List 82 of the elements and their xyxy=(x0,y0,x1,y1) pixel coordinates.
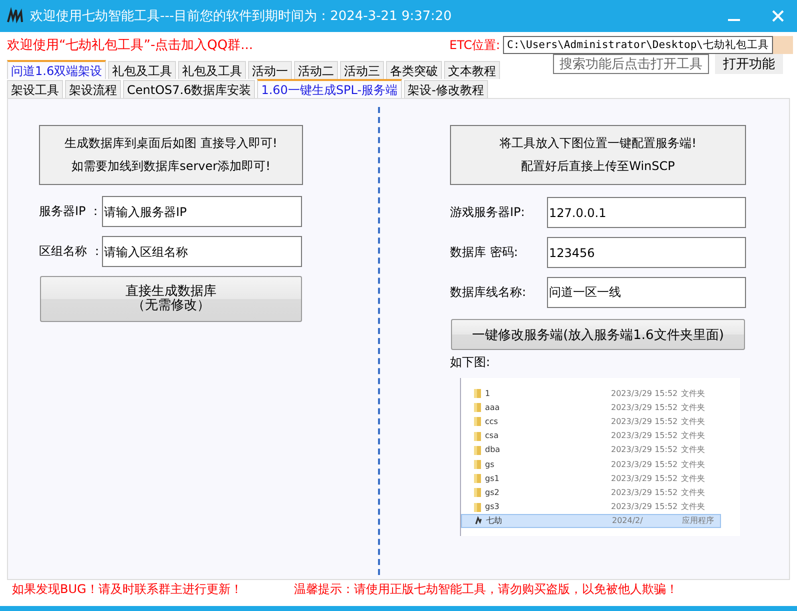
status-text: 温馨提示：请使用正版七劫智能工具，请勿购买盗版，以免被他人欺骗！ xyxy=(294,580,678,598)
input-field[interactable]: 问道一区一线 xyxy=(547,277,746,308)
info-text: 生成数据库到桌面后如图 直接导入即可! xyxy=(64,135,278,152)
file-type: 文件夹 xyxy=(681,444,705,456)
file-row[interactable]: gs2 2023/3/29 15:52 文件夹 xyxy=(461,485,733,500)
input-field[interactable]: 请输入服务器IP xyxy=(102,196,302,227)
file-row[interactable]: gs3 2023/3/29 15:52 文件夹 xyxy=(461,500,733,514)
file-date: 2023/3/29 15:52 xyxy=(611,460,679,469)
file-name: 1 xyxy=(485,388,490,398)
file-type: 应用程序 xyxy=(682,515,714,526)
file-name: gs2 xyxy=(485,488,500,497)
input-field[interactable]: 请输入区组名称 xyxy=(102,236,302,267)
file-date: 2023/3/29 15:52 xyxy=(611,402,679,412)
tab[interactable]: 活动三 xyxy=(340,61,384,79)
file-date: 2023/3/29 15:52 xyxy=(611,488,679,497)
minimize-icon xyxy=(728,19,740,21)
open-button[interactable]: 打开功能 xyxy=(715,54,783,74)
field-label: 数据库 密码: xyxy=(450,244,519,261)
file-row[interactable]: csa 2023/3/29 15:52 文件夹 xyxy=(461,428,733,443)
configure-server-button[interactable]: 一键修改服务端(放入服务端1.6文件夹里面) xyxy=(451,319,745,350)
file-date: 2024/2/ xyxy=(612,516,644,526)
file-date: 2023/3/29 15:52 xyxy=(611,416,679,426)
etc-path-field[interactable]: C:\Users\Administrator\Desktop\七劫礼包工具 xyxy=(503,36,773,54)
file-row[interactable]: ccs 2023/3/29 15:52 文件夹 xyxy=(461,414,733,429)
file-date: 2023/3/29 15:52 xyxy=(611,445,679,454)
tab[interactable]: 1.60一键生成SPL-服务端 xyxy=(257,79,402,98)
file-type: 文件夹 xyxy=(681,402,705,413)
file-type: 文件夹 xyxy=(681,388,705,399)
file-name: gs1 xyxy=(485,474,500,483)
file-row[interactable]: gs 2023/3/29 15:52 文件夹 xyxy=(461,456,733,472)
file-type: 文件夹 xyxy=(681,501,705,512)
file-name: csa xyxy=(485,431,498,440)
caption: 如下图: xyxy=(450,354,492,371)
input-field[interactable]: 123456 xyxy=(547,237,746,268)
tab[interactable]: 架设流程 xyxy=(65,80,121,98)
file-name: 七劫 xyxy=(486,515,502,526)
info-text: 配置好后直接上传至WinSCP xyxy=(521,158,675,175)
file-row[interactable]: 1 2023/3/29 15:52 文件夹 xyxy=(461,386,733,400)
field-label: 游戏服务器IP: xyxy=(450,204,526,221)
tab[interactable]: 活动二 xyxy=(294,61,338,79)
field-label: 服务器IP ： xyxy=(39,203,102,220)
qq-group-link[interactable]: 欢迎使用“七劫礼包工具”-点击加入QQ群... xyxy=(7,36,450,54)
file-type: 文件夹 xyxy=(681,472,705,484)
file-date: 2023/3/29 15:52 xyxy=(611,431,679,440)
file-name: dba xyxy=(485,445,500,454)
file-name: ccs xyxy=(485,416,498,426)
tab[interactable]: 各类突破 xyxy=(386,61,442,79)
info-text: 将工具放入下图位置一键配置服务端! xyxy=(500,135,696,152)
file-row[interactable]: 七劫 2024/2/ 应用程序 xyxy=(461,514,721,528)
status-text: 如果发现BUG！请及时联系群主进行更新！ xyxy=(12,580,244,598)
tab[interactable]: 礼包及工具 xyxy=(108,61,176,79)
info-text: 如需要加线到数据库server添加即可! xyxy=(72,158,270,175)
file-date: 2023/3/29 15:52 xyxy=(611,388,679,398)
close-icon xyxy=(772,10,784,22)
etc-label: ETC位置: xyxy=(449,36,500,54)
file-type: 文件夹 xyxy=(681,430,705,442)
field-label: 区组名称 ： xyxy=(39,243,102,260)
file-name: gs3 xyxy=(485,502,500,512)
file-type: 文件夹 xyxy=(681,458,705,470)
window-title: 欢迎使用七劫智能工具---目前您的软件到期时间为：2024-3-21 9:37:20 xyxy=(30,8,453,25)
file-date: 2023/3/29 15:52 xyxy=(611,502,679,512)
file-type: 文件夹 xyxy=(681,486,705,498)
search-field[interactable]: 搜索功能后点击打开工具 xyxy=(553,54,709,74)
file-row[interactable]: dba 2023/3/29 15:52 文件夹 xyxy=(461,442,733,457)
logo-icon xyxy=(6,7,24,25)
file-name: aaa xyxy=(485,402,500,412)
tab[interactable]: 架设工具 xyxy=(7,80,63,98)
app-icon xyxy=(474,516,483,526)
file-name: gs xyxy=(485,460,494,469)
tab[interactable]: CentOS7.6数据库安装 xyxy=(123,80,256,98)
generate-database-button[interactable]: 直接生成数据库 （无需修改） xyxy=(40,276,302,322)
tab[interactable]: 礼包及工具 xyxy=(178,61,246,79)
file-row[interactable]: gs1 2023/3/29 15:52 文件夹 xyxy=(461,471,733,486)
file-type: 文件夹 xyxy=(681,416,705,427)
tab[interactable]: 架设-修改教程 xyxy=(404,80,488,98)
file-date: 2023/3/29 15:52 xyxy=(611,474,679,483)
input-field[interactable]: 127.0.0.1 xyxy=(547,197,746,228)
tab[interactable]: 文本教程 xyxy=(444,61,500,79)
field-label: 数据库线名称: xyxy=(450,284,528,301)
tab[interactable]: 问道1.6双端架设 xyxy=(7,60,106,79)
file-row[interactable]: aaa 2023/3/29 15:52 文件夹 xyxy=(461,400,733,414)
tab[interactable]: 活动一 xyxy=(248,61,292,79)
